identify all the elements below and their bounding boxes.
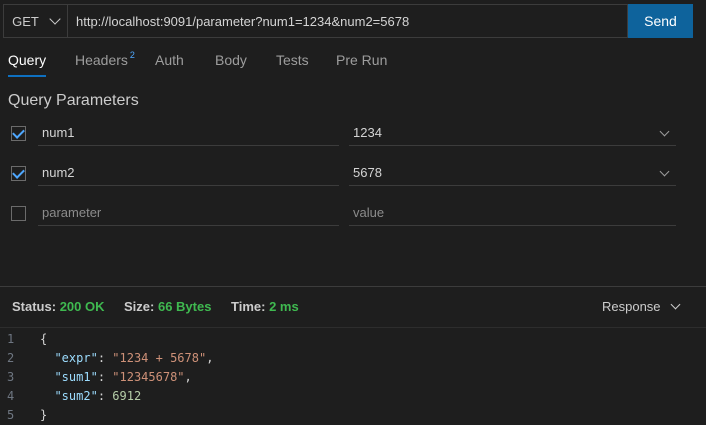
code-text: } xyxy=(40,406,47,425)
tab-auth[interactable]: Auth xyxy=(155,44,184,75)
param-enabled-checkbox[interactable] xyxy=(11,206,26,221)
param-enabled-checkbox[interactable] xyxy=(11,165,26,181)
response-status-bar: Status: 200 OK Size: 66 Bytes Time: 2 ms… xyxy=(0,287,706,327)
chevron-down-icon[interactable] xyxy=(659,126,670,137)
time-value: 2 ms xyxy=(269,299,299,314)
code-token: 6912 xyxy=(112,389,142,403)
code-token: "sum1" xyxy=(54,370,98,384)
param-name-input[interactable]: num1 xyxy=(38,120,339,146)
tab-headers-label: Headers xyxy=(75,52,128,68)
tab-pre-run[interactable]: Pre Run xyxy=(336,44,387,75)
param-row: parameter value xyxy=(0,200,706,228)
code-token: "expr" xyxy=(54,351,98,365)
request-tabs: Query Headers 2 Auth Body Tests Pre Run xyxy=(0,44,706,77)
param-row: num2 5678 xyxy=(0,160,706,188)
checkmark-icon xyxy=(12,125,25,139)
size-label: Size: xyxy=(124,299,155,314)
param-name-input[interactable]: num2 xyxy=(38,160,339,186)
tab-headers[interactable]: Headers 2 xyxy=(75,44,135,75)
code-token: "12345678" xyxy=(112,370,185,384)
response-body: 1{2 "expr": "1234 + 5678", 3 "sum1": "123… xyxy=(0,330,706,425)
url-input[interactable]: http://localhost:9091/parameter?num1=123… xyxy=(68,14,409,29)
time-info: Time: 2 ms xyxy=(231,299,299,314)
send-button[interactable]: Send xyxy=(628,4,693,38)
tab-query[interactable]: Query xyxy=(8,44,47,77)
param-row: num1 1234 xyxy=(0,120,706,148)
chevron-down-icon xyxy=(49,13,61,25)
line-number: 2 xyxy=(7,351,15,365)
method-select[interactable]: GET xyxy=(4,5,68,37)
code-token: : xyxy=(97,370,113,384)
param-enabled-checkbox[interactable] xyxy=(11,125,26,141)
tab-body[interactable]: Body xyxy=(215,44,247,75)
param-value-input[interactable]: 5678 xyxy=(349,160,676,186)
chevron-down-icon[interactable] xyxy=(659,166,670,177)
tab-auth-label: Auth xyxy=(155,52,184,68)
status-value: 200 OK xyxy=(59,299,105,314)
code-token: : xyxy=(97,351,113,365)
line-number: 4 xyxy=(7,389,15,403)
tab-pre-run-label: Pre Run xyxy=(336,52,388,68)
divider xyxy=(0,327,706,328)
line-number: 3 xyxy=(7,370,15,384)
param-value-input[interactable]: 1234 xyxy=(349,120,676,146)
param-value-input[interactable]: value xyxy=(349,200,676,226)
code-line: 1{ xyxy=(0,330,706,349)
query-parameters-title: Query Parameters xyxy=(8,92,139,109)
status-info: Status: 200 OK xyxy=(12,299,105,314)
code-token: "sum2" xyxy=(54,389,98,403)
code-line: 4 "sum2": 6912 xyxy=(0,387,706,406)
code-token: : xyxy=(97,389,113,403)
chevron-down-icon[interactable] xyxy=(670,299,681,310)
code-text: "expr": "1234 + 5678", xyxy=(40,349,213,368)
code-text: { xyxy=(40,330,47,349)
tab-body-label: Body xyxy=(215,52,247,68)
code-token: , xyxy=(206,351,214,365)
code-line: 5} xyxy=(0,406,706,425)
code-text: "sum2": 6912 xyxy=(40,387,141,406)
tab-tests-label: Tests xyxy=(276,52,309,68)
url-bar: GET http://localhost:9091/parameter?num1… xyxy=(3,4,628,38)
param-name-input[interactable]: parameter xyxy=(38,200,339,226)
tab-query-label: Query xyxy=(8,52,47,68)
code-token: "1234 + 5678" xyxy=(112,351,207,365)
headers-count-badge: 2 xyxy=(129,50,135,60)
response-view-select[interactable]: Response xyxy=(602,299,661,314)
status-label: Status: xyxy=(12,299,57,314)
tab-tests[interactable]: Tests xyxy=(276,44,309,75)
line-number: 1 xyxy=(7,332,15,346)
method-label: GET xyxy=(12,13,39,29)
size-info: Size: 66 Bytes xyxy=(124,299,211,314)
code-text: "sum1": "12345678", xyxy=(40,368,192,387)
size-value: 66 Bytes xyxy=(157,299,212,314)
code-token: } xyxy=(40,408,48,422)
time-label: Time: xyxy=(231,299,266,314)
code-token: { xyxy=(40,332,48,346)
param-value-text: 5678 xyxy=(353,165,382,180)
code-line: 2 "expr": "1234 + 5678", xyxy=(0,349,706,368)
line-number: 5 xyxy=(7,408,15,422)
code-line: 3 "sum1": "12345678", xyxy=(0,368,706,387)
param-value-text: 1234 xyxy=(353,125,382,140)
checkmark-icon xyxy=(12,165,25,179)
code-token: , xyxy=(184,370,192,384)
